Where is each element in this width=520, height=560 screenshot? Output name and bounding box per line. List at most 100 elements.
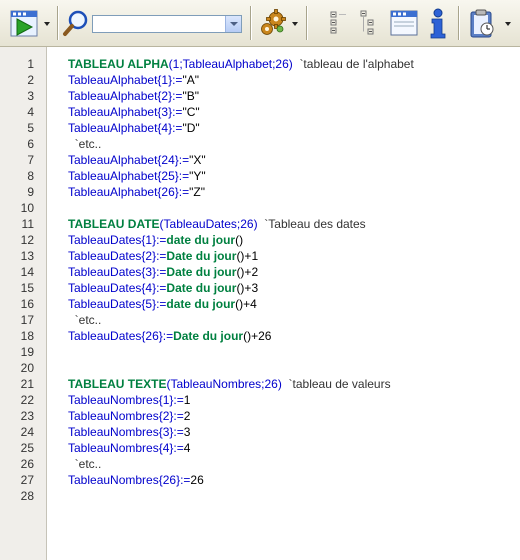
code-line[interactable]: TableauDates{26}:=Date du jour()+26 <box>68 328 271 344</box>
run-menu-arrow[interactable] <box>44 22 50 26</box>
line-number: 3 <box>27 89 34 103</box>
line-number: 13 <box>20 249 34 263</box>
code-token-variable: TableauAlphabet{4}:= <box>68 121 183 135</box>
clipboard-button[interactable] <box>468 8 498 45</box>
info-button[interactable] <box>425 8 451 45</box>
line-number: 27 <box>20 473 34 487</box>
code-line[interactable]: TableauNombres{1}:=1 <box>68 392 190 408</box>
code-token-literal: "C" <box>182 105 200 119</box>
code-token-literal: ()+3 <box>236 281 259 295</box>
line-number: 5 <box>27 121 34 135</box>
info-icon <box>430 8 446 39</box>
code-line[interactable]: TableauNombres{4}:=4 <box>68 440 190 456</box>
code-token-variable: TableauAlphabet{3}:= <box>68 105 183 119</box>
line-number: 8 <box>27 169 34 183</box>
code-token-literal: ()+1 <box>236 249 259 263</box>
code-token-variable: TableauAlphabet{1}:= <box>68 73 183 87</box>
code-token-variable: TableauDates{26}:= <box>68 329 174 343</box>
code-line[interactable]: `etc.. <box>68 136 102 152</box>
code-token-literal: ()+26 <box>243 329 272 343</box>
code-token-keyword: date du jour <box>166 297 236 311</box>
code-token-literal: "A" <box>182 73 199 87</box>
expand-icon <box>360 10 374 35</box>
code-token-literal: ()+2 <box>236 265 259 279</box>
line-number: 12 <box>20 233 34 247</box>
code-line[interactable]: `etc.. <box>68 312 102 328</box>
debug-menu-arrow[interactable] <box>292 22 298 26</box>
line-number: 18 <box>20 329 34 343</box>
line-number: 7 <box>27 153 34 167</box>
code-token-variable: (TableauNombres;26) <box>166 377 289 391</box>
code-line[interactable]: TableauDates{3}:=Date du jour()+2 <box>68 264 258 280</box>
code-token-variable: TableauNombres{4}:= <box>68 441 184 455</box>
code-token-variable: TableauNombres{2}:= <box>68 409 184 423</box>
code-token-variable: TableauAlphabet{2}:= <box>68 89 183 103</box>
line-number: 16 <box>20 297 34 311</box>
code-token-literal: "Y" <box>189 169 206 183</box>
line-number: 9 <box>27 185 34 199</box>
code-line[interactable]: TableauAlphabet{3}:="C" <box>68 104 200 120</box>
code-line[interactable]: TableauNombres{2}:=2 <box>68 408 190 424</box>
run-method-button[interactable] <box>8 7 42 46</box>
code-line[interactable]: TableauAlphabet{24}:="X" <box>68 152 206 168</box>
run-method-icon <box>10 10 38 37</box>
line-number: 26 <box>20 457 34 471</box>
form-view-button[interactable] <box>389 8 419 43</box>
search-button[interactable] <box>62 9 90 44</box>
gear-icon <box>261 9 286 35</box>
line-number: 1 <box>27 57 34 71</box>
code-token-keyword: Date du jour <box>166 265 237 279</box>
code-line[interactable]: TABLEAU DATE(TableauDates;26) `Tableau d… <box>68 216 366 232</box>
method-editor-window: 1 2 3 4 5 6 7 8 9 10 11 12 13 14 15 16 17 18 19 20 21 22 23 24 2… <box>0 0 520 560</box>
collapse-button[interactable] <box>330 11 348 40</box>
code-line[interactable]: TableauDates{1}:=date du jour() <box>68 232 243 248</box>
code-line[interactable]: TableauAlphabet{25}:="Y" <box>68 168 206 184</box>
line-number: 17 <box>20 313 34 327</box>
code-line[interactable]: TABLEAU TEXTE(TableauNombres;26) `tablea… <box>68 376 391 392</box>
code-token-variable: TableauNombres{3}:= <box>68 425 184 439</box>
code-line[interactable]: TableauAlphabet{1}:="A" <box>68 72 199 88</box>
code-token-variable: TableauDates{3}:= <box>68 265 167 279</box>
code-token-literal: () <box>235 233 244 247</box>
code-editor[interactable]: 1 2 3 4 5 6 7 8 9 10 11 12 13 14 15 16 17 18 19 20 21 22 23 24 2… <box>0 47 520 560</box>
line-number: 11 <box>21 217 34 231</box>
code-token-variable: TableauAlphabet{24}:= <box>68 153 190 167</box>
search-input[interactable] <box>92 15 242 33</box>
code-token-literal: "D" <box>182 121 200 135</box>
toolbar <box>0 0 520 47</box>
code-line[interactable]: `etc.. <box>68 456 102 472</box>
code-line[interactable]: TableauDates{2}:=Date du jour()+1 <box>68 248 258 264</box>
line-number: 20 <box>20 361 34 375</box>
code-token-variable: TableauDates{1}:= <box>68 233 167 247</box>
code-line[interactable]: TableauNombres{26}:=26 <box>68 472 204 488</box>
collapse-icon <box>330 11 346 34</box>
code-token-comment: `tableau de l'alphabet <box>299 57 414 71</box>
code-token-literal: 1 <box>183 393 191 407</box>
line-number: 6 <box>27 137 34 151</box>
line-number: 10 <box>20 201 34 215</box>
code-token-keyword: Date du jour <box>166 281 237 295</box>
form-view-icon <box>390 10 418 36</box>
code-line[interactable]: TableauDates{4}:=Date du jour()+3 <box>68 280 258 296</box>
search-magnifier-icon <box>63 10 88 36</box>
code-token-keyword: TABLEAU DATE <box>68 217 160 231</box>
expand-button[interactable] <box>360 10 380 41</box>
code-line[interactable]: TableauAlphabet{4}:="D" <box>68 120 200 136</box>
code-token-keyword: TABLEAU TEXTE <box>68 377 167 391</box>
code-token-variable: TableauNombres{26}:= <box>68 473 191 487</box>
code-token-variable: TableauDates{2}:= <box>68 249 167 263</box>
code-line[interactable]: TableauAlphabet{2}:="B" <box>68 88 199 104</box>
line-number-gutter: 1 2 3 4 5 6 7 8 9 10 11 12 13 14 15 16 17 18 19 20 21 22 23 24 2… <box>0 47 47 560</box>
code-line[interactable]: TableauDates{5}:=date du jour()+4 <box>68 296 257 312</box>
code-line[interactable]: TABLEAU ALPHA(1;TableauAlphabet;26) `tab… <box>68 56 414 72</box>
code-token-literal: 2 <box>183 409 191 423</box>
code-token-variable: TableauAlphabet{25}:= <box>68 169 190 183</box>
line-number: 23 <box>20 409 34 423</box>
code-token-literal: "Z" <box>189 185 205 199</box>
debug-button[interactable] <box>258 9 288 42</box>
code-line[interactable]: TableauNombres{3}:=3 <box>68 424 190 440</box>
code-line[interactable]: TableauAlphabet{26}:="Z" <box>68 184 205 200</box>
search-dropdown-button[interactable] <box>225 16 241 32</box>
line-number: 28 <box>20 489 34 503</box>
clipboard-menu-arrow[interactable] <box>505 22 511 26</box>
